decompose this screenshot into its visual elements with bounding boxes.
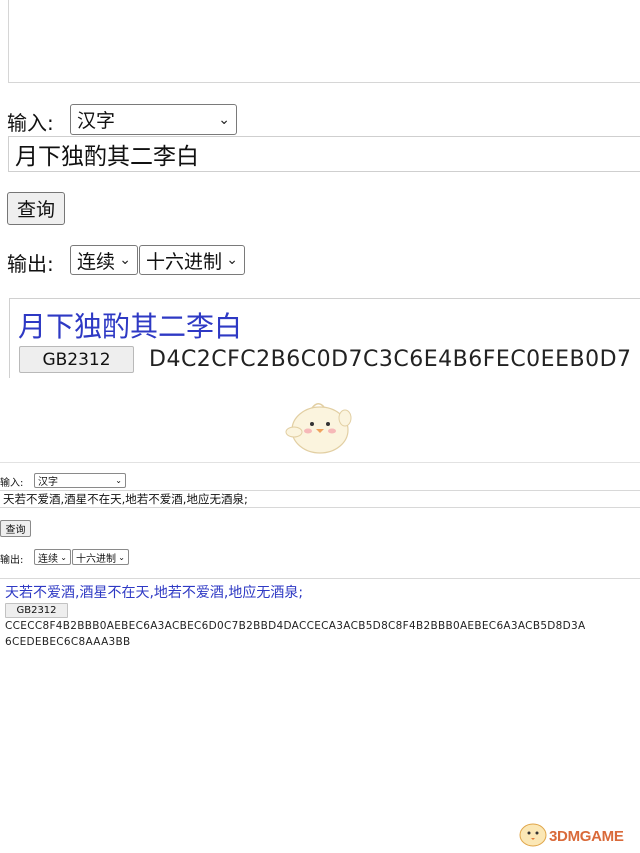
- hex-output: D4C2CFC2B6C0D7C3C6E4B6FEC0EEB0D7: [149, 347, 632, 372]
- input-text-value-small: 天若不爱酒,酒星不在天,地若不爱酒,地应无酒泉;: [3, 492, 248, 506]
- input-type-select-small[interactable]: 汉字 ⌄: [34, 473, 126, 488]
- hex-output-line-1: CCECC8F4B2BBB0AEBEC6A3ACBEC6D0C7B2BBD4DA…: [5, 620, 586, 632]
- query-button-small[interactable]: 查询: [0, 520, 31, 537]
- input-text-field[interactable]: 月下独酌其二李白: [8, 136, 640, 172]
- result-text: 月下独酌其二李白: [18, 310, 243, 343]
- chevron-down-icon: ⌄: [115, 476, 122, 485]
- query-button[interactable]: 查询: [7, 192, 65, 225]
- chevron-down-icon: ⌄: [119, 252, 131, 268]
- output-mode-select[interactable]: 连续 ⌄: [70, 245, 138, 275]
- chevron-down-icon: ⌄: [60, 552, 67, 562]
- input-type-selected-small: 汉字: [38, 477, 58, 488]
- output-base-select[interactable]: 十六进制 ⌄: [139, 245, 245, 275]
- section-divider: [0, 462, 640, 463]
- top-converter-panel: 输入: 汉字 ⌄ 月下独酌其二李白 查询 输出: 连续 ⌄ 十六进制 ⌄ 月下独…: [0, 0, 640, 395]
- output-base-selected-small: 十六进制: [76, 553, 116, 565]
- input-type-selected: 汉字: [77, 110, 116, 132]
- input-label: 输入:: [7, 111, 54, 135]
- input-label-small: 输入:: [0, 478, 24, 489]
- output-mode-selected-small: 连续: [38, 553, 58, 565]
- encoding-tag-gb2312-small[interactable]: GB2312: [5, 603, 68, 618]
- chevron-down-icon: ⌄: [118, 552, 125, 562]
- output-base-select-small[interactable]: 十六进制 ⌄: [72, 549, 129, 565]
- input-text-field-small[interactable]: 天若不爱酒,酒星不在天,地若不爱酒,地应无酒泉;: [0, 490, 640, 508]
- output-label-small: 输出:: [0, 555, 24, 566]
- encoding-tag-gb2312[interactable]: GB2312: [19, 346, 134, 373]
- result-text-small: 天若不爱酒,酒星不在天,地若不爱酒,地应无酒泉;: [5, 585, 304, 601]
- output-result-box-small: 天若不爱酒,酒星不在天,地若不爱酒,地应无酒泉; GB2312 CCECC8F4…: [0, 578, 640, 660]
- previous-output-box: [8, 0, 640, 83]
- output-label: 输出:: [7, 252, 54, 276]
- input-text-value: 月下独酌其二李白: [15, 144, 199, 170]
- chevron-down-icon: ⌄: [218, 111, 230, 128]
- chick-mascot-icon: [285, 403, 352, 454]
- output-mode-select-small[interactable]: 连续 ⌄: [34, 549, 71, 565]
- hex-output-line-2: 6CEDEBEC6C8AAA3BB: [5, 636, 131, 648]
- output-result-box: 月下独酌其二李白 GB2312 D4C2CFC2B6C0D7C3C6E4B6FE…: [9, 298, 640, 378]
- watermark-text: 3DMGAME: [549, 828, 624, 845]
- input-type-select[interactable]: 汉字 ⌄: [70, 104, 237, 135]
- chevron-down-icon: ⌄: [226, 252, 238, 268]
- output-base-selected: 十六进制: [146, 250, 223, 273]
- output-mode-selected: 连续: [77, 250, 116, 273]
